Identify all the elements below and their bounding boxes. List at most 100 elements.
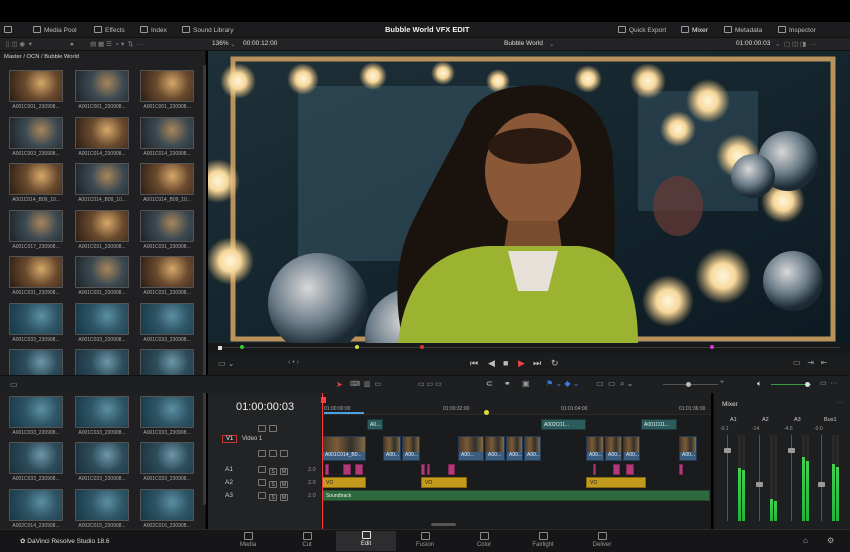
video-clip[interactable]: A00... bbox=[623, 436, 640, 461]
media-pool-clip[interactable]: A001C033_230908... bbox=[9, 442, 63, 482]
media-pool-clip[interactable]: A001C001_230908... bbox=[9, 70, 63, 110]
play-button[interactable]: ▶ bbox=[518, 358, 525, 369]
solo-button[interactable]: S bbox=[269, 494, 277, 501]
video-clip[interactable]: A00... bbox=[524, 436, 541, 461]
viewer-mode-icons[interactable]: ⌄ ▢ ◫ ◨ ··· bbox=[775, 40, 816, 48]
panel-toggle-icon[interactable] bbox=[4, 26, 15, 34]
stop-button[interactable]: ■ bbox=[503, 358, 508, 368]
go-to-end-button[interactable]: ⏭ bbox=[533, 358, 541, 369]
page-media[interactable]: Media bbox=[218, 532, 278, 548]
lock-icon[interactable] bbox=[258, 450, 266, 457]
lock-icon[interactable] bbox=[258, 492, 266, 499]
eye-icon[interactable] bbox=[269, 450, 277, 457]
timeline-marker[interactable] bbox=[240, 345, 244, 349]
playhead-handle[interactable] bbox=[321, 397, 326, 403]
media-pool-clip[interactable]: A002C016_230908... bbox=[140, 488, 194, 529]
edit-tool-icons[interactable]: ⌨ ▥ ▭ bbox=[350, 380, 381, 388]
video-clip[interactable]: A00... bbox=[402, 436, 420, 461]
soundtrack-clip[interactable]: Soundtrack bbox=[322, 490, 710, 501]
pool-view-icons[interactable]: ● ▤ ▦ ☰ ⌕ ▾ ⇅ ··· bbox=[70, 40, 143, 49]
position-lock-icon[interactable]: ▣ bbox=[522, 379, 530, 388]
video-clip[interactable]: A00... bbox=[679, 436, 697, 461]
media-pool-clip[interactable]: A001C033_230908... bbox=[140, 442, 194, 482]
linked-selection-icon[interactable]: ⚭ bbox=[504, 379, 511, 388]
media-pool-clip[interactable]: A001C033_230908... bbox=[75, 442, 129, 482]
media-pool-button[interactable]: Media Pool bbox=[33, 26, 77, 34]
solo-button[interactable]: S bbox=[269, 468, 277, 475]
channel-fader-track[interactable] bbox=[821, 435, 822, 521]
audio-clip[interactable] bbox=[343, 464, 351, 475]
media-pool-clip[interactable]: A002C014_230908... bbox=[9, 488, 63, 529]
a1-track-label[interactable]: A1 bbox=[225, 466, 233, 473]
go-to-start-button[interactable]: ⏮ bbox=[470, 358, 478, 369]
media-pool-clip[interactable]: A001C014_230908... bbox=[75, 116, 129, 157]
media-pool-clip[interactable]: A001C033_230908... bbox=[140, 395, 194, 436]
timeline-marker[interactable] bbox=[710, 345, 714, 349]
media-pool-clip[interactable]: A001C031_230908... bbox=[75, 209, 129, 250]
channel-fader-track[interactable] bbox=[759, 435, 760, 521]
metadata-button[interactable]: Metadata bbox=[724, 26, 762, 34]
video-clip[interactable]: A00... bbox=[458, 436, 484, 461]
audio-clip[interactable] bbox=[679, 464, 683, 475]
media-pool-clip[interactable]: A002C015_230908... bbox=[75, 488, 129, 529]
audio-clip[interactable] bbox=[593, 464, 596, 475]
zoom-dropdown[interactable]: 136% bbox=[212, 40, 229, 47]
title-clip[interactable]: A0... bbox=[367, 419, 383, 430]
loop-button[interactable]: ↻ bbox=[551, 358, 559, 369]
reverse-button[interactable]: ◀ bbox=[488, 358, 495, 369]
audio-clip[interactable] bbox=[427, 464, 430, 475]
inspector-button[interactable]: Inspector bbox=[778, 26, 816, 34]
media-pool-clip[interactable]: A001C033_230908... bbox=[9, 395, 63, 436]
timeline-name[interactable]: Bubble World bbox=[504, 40, 543, 47]
snapping-icon[interactable]: ⊂ bbox=[486, 379, 493, 388]
video-clip[interactable]: A00... bbox=[485, 436, 505, 461]
sound-library-button[interactable]: Sound Library bbox=[182, 26, 233, 34]
selection-tool-icon[interactable]: ➤ bbox=[336, 380, 343, 389]
audio-clip[interactable] bbox=[421, 464, 425, 475]
vo-clip[interactable]: VO bbox=[586, 477, 646, 488]
viewer-options-icon[interactable]: ▭ ⌄ bbox=[218, 359, 234, 368]
solo-button[interactable]: S bbox=[269, 481, 277, 488]
vo-clip[interactable]: VO bbox=[421, 477, 467, 488]
timeline-ruler[interactable] bbox=[321, 393, 711, 415]
speaker-icon[interactable]: 🔈︎ bbox=[757, 379, 762, 389]
timeline-hscrollbar[interactable] bbox=[431, 523, 456, 526]
viewer-scrubber[interactable] bbox=[208, 343, 850, 353]
audio-clip[interactable] bbox=[626, 464, 634, 475]
home-icon[interactable]: ⌂ bbox=[803, 536, 808, 545]
media-pool-clip[interactable]: A001C001_230908... bbox=[140, 70, 194, 110]
v1-track-label[interactable]: V1 bbox=[222, 435, 238, 443]
audio-clip[interactable] bbox=[325, 464, 329, 475]
page-fusion[interactable]: Fusion bbox=[395, 532, 455, 548]
title-clip[interactable]: A001C01... bbox=[641, 419, 677, 430]
page-edit[interactable]: Edit bbox=[336, 531, 396, 551]
media-pool-clip[interactable]: A001C031_230908... bbox=[75, 256, 129, 296]
media-pool-clip[interactable]: A001C033_230908... bbox=[75, 302, 129, 343]
media-pool-clip[interactable]: A001C014_B09_10... bbox=[140, 163, 194, 203]
mute-button[interactable]: M bbox=[280, 468, 288, 475]
settings-gear-icon[interactable]: ⚙ bbox=[827, 536, 834, 545]
video-clip[interactable]: A00... bbox=[506, 436, 523, 461]
zoom-icons[interactable]: ▭ ▭ ⌕ ⌄ bbox=[596, 379, 633, 389]
a2-track-label[interactable]: A2 bbox=[225, 479, 233, 486]
zoom-plus-icon[interactable]: + bbox=[720, 379, 724, 386]
mute-button[interactable]: M bbox=[280, 481, 288, 488]
mute-icon[interactable] bbox=[280, 450, 288, 457]
media-pool-clip[interactable]: A001C031_230908... bbox=[9, 256, 63, 296]
flag-icon[interactable]: ⚑ ⌄ ◆ ⌄ bbox=[546, 379, 579, 388]
lock-icon[interactable] bbox=[258, 479, 266, 486]
effects-button[interactable]: Effects bbox=[94, 26, 125, 34]
mixer-options-icon[interactable]: ··· bbox=[837, 400, 843, 406]
quick-export-button[interactable]: Quick Export bbox=[618, 26, 666, 34]
pool-scrollbar[interactable] bbox=[203, 65, 206, 505]
record-viewer[interactable] bbox=[208, 51, 850, 343]
audio-clip[interactable] bbox=[448, 464, 455, 475]
audio-meter-icon[interactable]: ▭ ··· bbox=[820, 379, 838, 387]
lock-icon[interactable] bbox=[258, 425, 266, 432]
timeline-area[interactable]: 01:00:00:00 01:00:32:00 01:01:04:00 01:0… bbox=[321, 393, 711, 529]
eye-icon[interactable] bbox=[269, 425, 277, 432]
media-pool-clip[interactable]: A001C031_230908... bbox=[140, 209, 194, 250]
media-pool-clip[interactable]: A001C033_230908... bbox=[140, 302, 194, 343]
playhead-marker[interactable] bbox=[218, 346, 222, 350]
audio-clip[interactable] bbox=[613, 464, 620, 475]
